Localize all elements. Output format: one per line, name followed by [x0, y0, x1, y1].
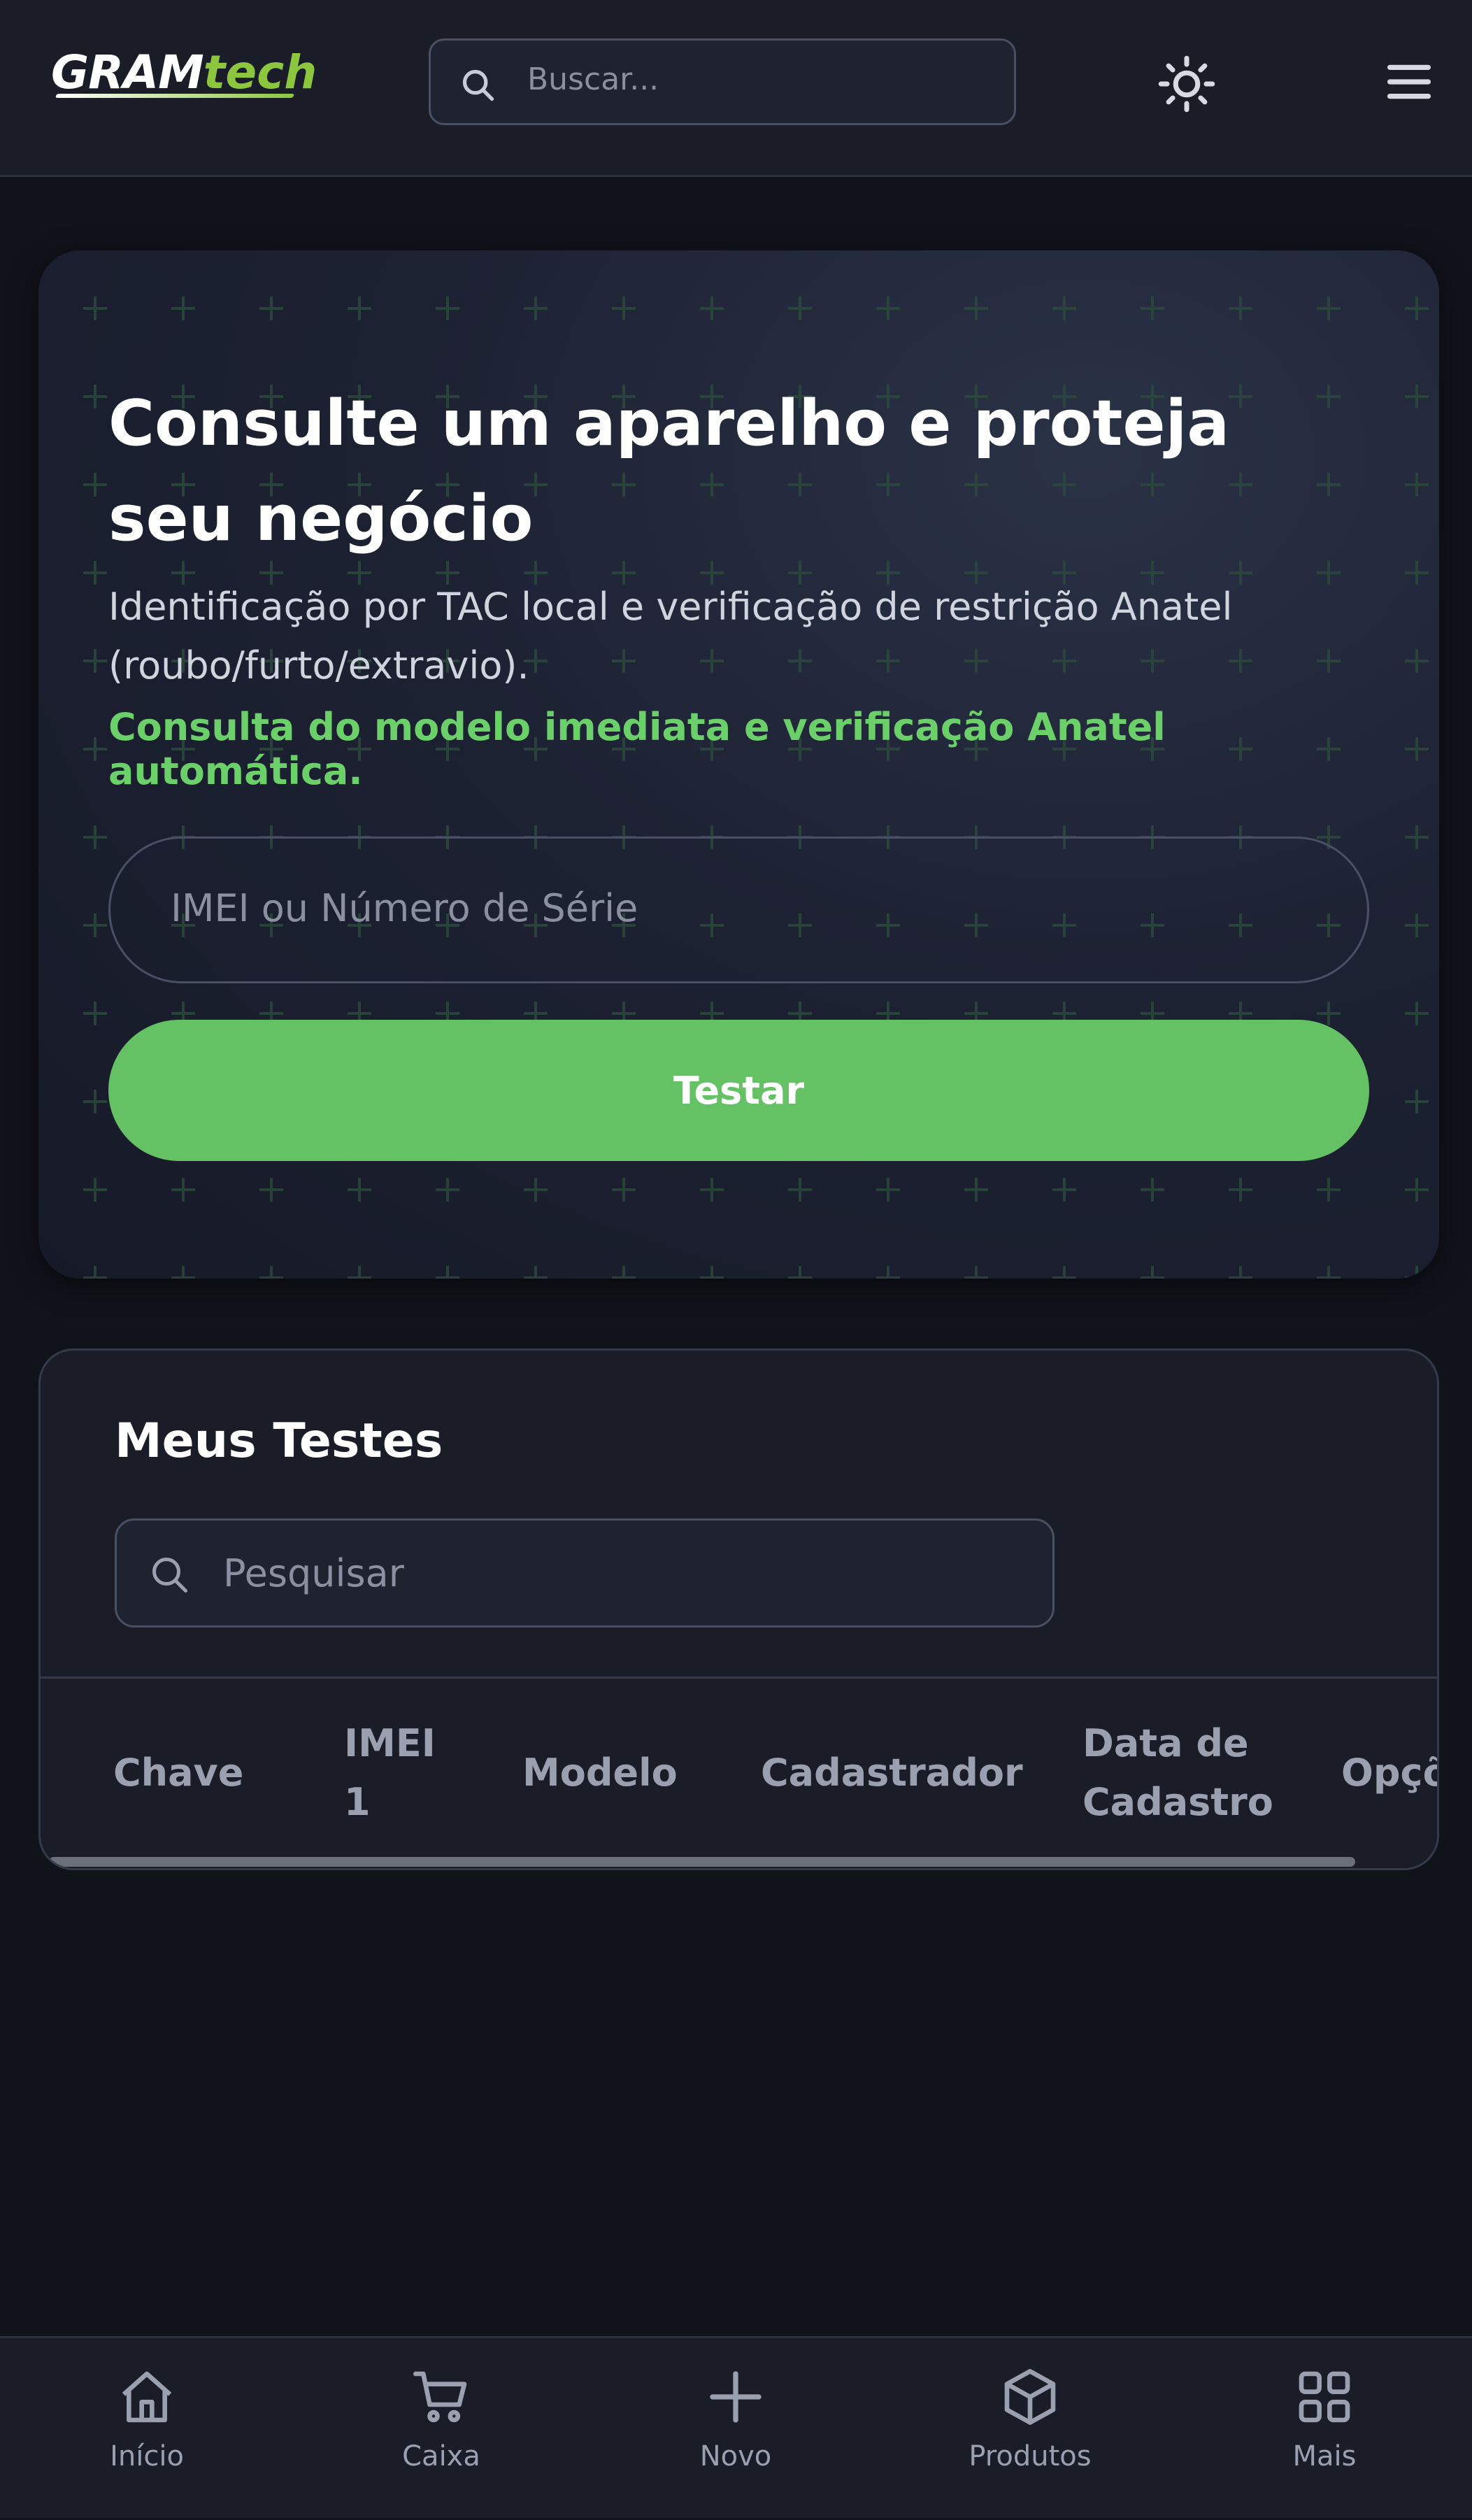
column-header-modelo[interactable]: Modelo: [522, 1744, 732, 1802]
nav-item-inicio[interactable]: Início: [0, 2338, 294, 2520]
search-icon: [152, 1558, 187, 1593]
column-header-imei1[interactable]: IMEI 1: [344, 1714, 470, 1832]
logo-swoosh: [55, 94, 295, 98]
nav-label-novo: Novo: [699, 2440, 772, 2472]
column-header-opcoes[interactable]: Opçõ: [1341, 1744, 1437, 1802]
nav-item-caixa[interactable]: Caixa: [294, 2338, 588, 2520]
sun-icon[interactable]: [1157, 55, 1216, 113]
top-header: GRAM tech Buscar...: [0, 0, 1472, 177]
test-button[interactable]: Testar: [108, 1020, 1369, 1161]
hero-description: Identificação por TAC local e verificaçã…: [108, 585, 1233, 688]
plus-icon: [710, 2371, 762, 2423]
search-icon: [462, 69, 494, 101]
table-header-divider: [41, 1677, 1437, 1679]
cart-icon: [413, 2371, 467, 2423]
nav-label-mais: Mais: [1292, 2440, 1357, 2472]
global-search-placeholder: Buscar...: [527, 62, 659, 97]
tests-search-placeholder: Pesquisar: [223, 1551, 404, 1595]
nav-item-produtos[interactable]: Produtos: [883, 2338, 1177, 2520]
grid-icon: [1299, 2371, 1350, 2423]
nav-label-inicio: Início: [110, 2440, 184, 2472]
my-tests-card: Meus Testes Pesquisar Chave IMEI 1 Model…: [38, 1348, 1439, 1870]
column-header-cadastrador[interactable]: Cadastrador: [761, 1744, 1055, 1802]
nav-label-caixa: Caixa: [402, 2440, 480, 2472]
hero-title: Consulte um aparelho e proteja seu negóc…: [108, 387, 1230, 555]
global-search-input[interactable]: Buscar...: [429, 38, 1016, 125]
hero-highlight-text: Consulta do modelo imediata e verificaçã…: [108, 705, 1166, 793]
home-icon: [122, 2371, 172, 2423]
device-check-card: Consulte um aparelho e proteja seu negóc…: [38, 250, 1439, 1279]
imei-serial-input[interactable]: IMEI ou Número de Série: [108, 837, 1369, 983]
table-horizontal-scrollbar[interactable]: [49, 1857, 1355, 1867]
tests-search-input[interactable]: Pesquisar: [115, 1518, 1055, 1628]
nav-label-produtos: Produtos: [969, 2440, 1092, 2472]
nav-item-mais[interactable]: Mais: [1178, 2338, 1471, 2520]
column-header-chave[interactable]: Chave: [113, 1744, 295, 1802]
bottom-navigation: Início Caixa Novo Produtos Mais: [0, 2336, 1472, 2518]
hamburger-menu-icon[interactable]: [1386, 62, 1432, 102]
imei-input-placeholder: IMEI ou Número de Série: [171, 886, 638, 930]
column-header-data-cadastro[interactable]: Data de Cadastro: [1082, 1714, 1292, 1832]
logo-text-gram: GRAM: [51, 45, 204, 99]
my-tests-title: Meus Testes: [115, 1414, 443, 1469]
nav-item-novo[interactable]: Novo: [589, 2338, 883, 2520]
box-icon: [1004, 2369, 1056, 2425]
logo-text-tech: tech: [203, 45, 317, 99]
